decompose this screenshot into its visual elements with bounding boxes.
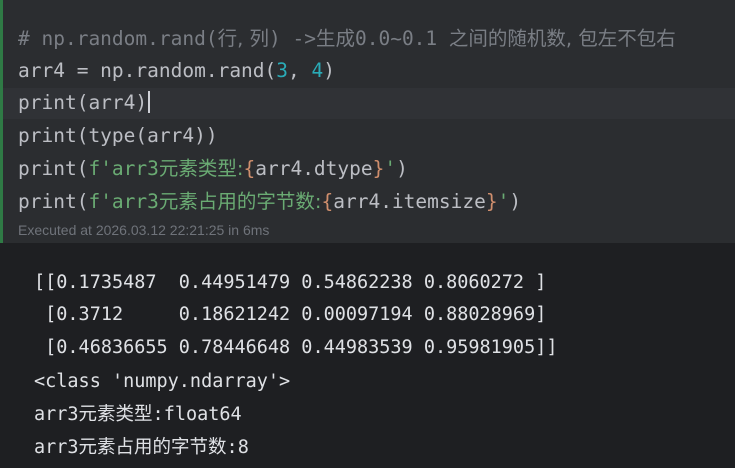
text-cursor xyxy=(148,91,151,113)
code-line-3[interactable]: print(arr4) xyxy=(18,88,151,118)
code-token: # np.random.rand( xyxy=(18,27,218,50)
code-token: print( xyxy=(18,157,89,180)
code-token: 元素类型: xyxy=(158,157,244,180)
output-line: <class 'numpy.ndarray'> xyxy=(34,371,291,392)
code-token: ' xyxy=(497,190,510,213)
output-line: [0.46836655 0.78446648 0.44983539 0.9598… xyxy=(34,337,558,358)
code-line-5[interactable]: print(f'arr3元素类型:{arr4.dtype}') xyxy=(18,154,408,184)
code-cell[interactable]: # np.random.rand(行, 列) ->生成0.0~0.1 之间的随机… xyxy=(0,0,735,243)
code-token: f'arr3 xyxy=(88,190,159,213)
code-line-4[interactable]: print(type(arr4)) xyxy=(18,121,218,151)
code-token: 4 xyxy=(311,59,324,82)
code-token: arr4.itemsize xyxy=(333,190,486,213)
code-token: arr4.dtype xyxy=(255,157,373,180)
output-line: arr3元素占用的字节数:8 xyxy=(34,437,249,458)
output-line: arr3元素类型:float64 xyxy=(34,404,242,425)
code-token: ) xyxy=(509,190,522,213)
code-line-1[interactable]: # np.random.rand(行, 列) ->生成0.0~0.1 之间的随机… xyxy=(18,24,676,54)
code-token: ) xyxy=(323,59,336,82)
code-token: print(type(arr4)) xyxy=(18,124,218,147)
code-token: } xyxy=(372,157,385,180)
code-token: ) -> xyxy=(269,27,316,50)
code-token: 3 xyxy=(276,59,289,82)
code-token: print( xyxy=(18,190,89,213)
output-line: [0.3712 0.18621242 0.00097194 0.88028969… xyxy=(34,304,547,325)
code-token: { xyxy=(243,157,256,180)
code-token: print(arr4) xyxy=(18,91,148,114)
code-token: 0.0~0.1 xyxy=(354,27,449,50)
code-token: arr4 = np.random.rand( xyxy=(18,59,277,82)
code-token: ) xyxy=(396,157,408,180)
code-token: 生成 xyxy=(315,27,355,50)
code-token: ' xyxy=(384,157,397,180)
code-line-6[interactable]: print(f'arr3元素占用的字节数:{arr4.itemsize}') xyxy=(18,187,521,217)
code-token: , xyxy=(288,59,312,82)
code-token: 行, 列 xyxy=(217,27,269,50)
execution-status-bar xyxy=(0,0,3,243)
code-line-2[interactable]: arr4 = np.random.rand(3, 4) xyxy=(18,56,335,86)
output-line: [[0.1735487 0.44951479 0.54862238 0.8060… xyxy=(34,272,547,293)
code-token: } xyxy=(485,190,498,213)
code-token: 之间的随机数, 包左不包右 xyxy=(448,27,676,50)
execution-info: Executed at 2026.03.12 22:21:25 in 6ms xyxy=(18,222,270,238)
code-token: { xyxy=(321,190,334,213)
code-token: f'arr3 xyxy=(88,157,159,180)
code-token: 元素占用的字节数: xyxy=(158,190,322,213)
